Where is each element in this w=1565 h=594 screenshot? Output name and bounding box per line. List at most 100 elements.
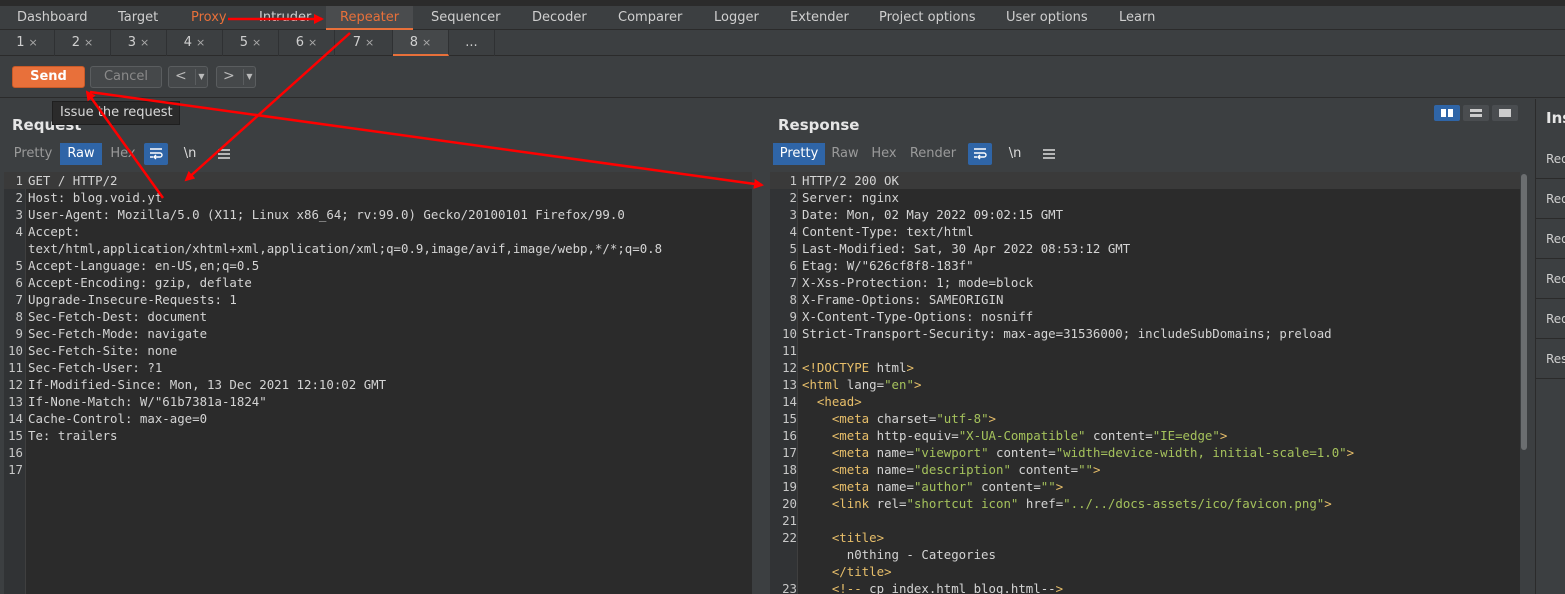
code-line: 5 Accept-Language: en-US,en;q=0.5 [4,257,752,274]
chevron-down-icon[interactable]: ▼ [195,69,207,85]
line-number: 4 [789,224,797,239]
repeater-tab[interactable]: 1 × [0,30,55,56]
line-number: 3 [789,207,797,222]
chevron-down-icon[interactable]: ▼ [243,69,255,85]
repeater-tab[interactable]: 3 × [111,30,167,56]
code-line: 2 Server: nginx [770,189,1520,206]
code-text: Accept: [28,224,81,239]
repeater-tab[interactable]: 4 × [167,30,223,56]
code-line: 4 Content-Type: text/html [770,223,1520,240]
code-line: 2 Host: blog.void.yt [4,189,752,206]
code-line: 3 Date: Mon, 02 May 2022 09:02:15 GMT [770,206,1520,223]
inspector-item[interactable]: Req [1536,219,1565,259]
tab-dashboard[interactable]: Dashboard [17,6,88,30]
request-tab-raw[interactable]: Raw [60,143,102,165]
layout-horizontal-icon[interactable] [1463,105,1489,121]
inspector-item[interactable]: Res [1536,339,1565,379]
code-line: </title> [770,563,1520,580]
inspector-title: Ins [1546,109,1565,127]
code-line: 10 Sec-Fetch-Site: none [4,342,752,359]
code-line: 6 Accept-Encoding: gzip, deflate [4,274,752,291]
code-line: 8 Sec-Fetch-Dest: document [4,308,752,325]
inspector-item[interactable]: Req [1536,299,1565,339]
code-text: Sec-Fetch-User: ?1 [28,360,163,375]
wrap-lines-icon[interactable] [968,143,992,165]
tab-intruder[interactable]: Intruder [259,6,311,30]
new-tab-button[interactable]: ... [449,30,495,56]
inspector-panel: Ins Req Req Req Req Req Res [1535,99,1565,594]
code-text: X-Content-Type-Options: nosniff [802,309,1034,324]
code-text: User-Agent: Mozilla/5.0 (X11; Linux x86_… [28,207,625,222]
code-text: Content-Type: text/html [802,224,974,239]
repeater-tab[interactable]: 7 × [335,30,393,56]
cancel-button[interactable]: Cancel [90,66,162,88]
response-tab-raw[interactable]: Raw [827,143,863,165]
tab-logger[interactable]: Logger [714,6,759,30]
show-newlines-icon[interactable]: \n [1003,143,1027,165]
line-number: 18 [782,462,797,477]
close-icon[interactable]: × [29,36,38,49]
line-number: 13 [782,377,797,392]
menu-icon[interactable] [1037,143,1061,165]
inspector-item[interactable]: Req [1536,179,1565,219]
line-number: 3 [15,207,23,222]
line-number: 7 [789,275,797,290]
request-tab-hex[interactable]: Hex [104,143,142,165]
tab-learn[interactable]: Learn [1119,6,1155,30]
line-number: 17 [782,445,797,460]
close-icon[interactable]: × [308,36,317,49]
request-editor[interactable]: 1 GET / HTTP/2 2 Host: blog.void.yt 3 User-Ag… [4,172,752,594]
tab-extender[interactable]: Extender [790,6,849,30]
request-tab-pretty[interactable]: Pretty [8,143,58,165]
code-line: 14 Cache-Control: max-age=0 [4,410,752,427]
line-number: 10 [782,326,797,341]
code-text: Host: blog.void.yt [28,190,163,205]
panel-divider[interactable] [753,99,769,594]
layout-single-icon[interactable] [1492,105,1518,121]
repeater-tab-label: 6 [295,35,305,50]
send-button[interactable]: Send [12,66,85,88]
close-icon[interactable]: × [196,36,205,49]
tab-proxy[interactable]: Proxy [191,6,227,30]
line-number: 4 [15,224,23,239]
menu-icon[interactable] [212,143,236,165]
tab-sequencer[interactable]: Sequencer [431,6,500,30]
response-scrollbar[interactable] [1520,172,1528,594]
forward-button[interactable]: > ▼ [216,66,256,88]
inspector-item[interactable]: Req [1536,259,1565,299]
tab-decoder[interactable]: Decoder [532,6,587,30]
close-icon[interactable]: × [422,36,431,49]
response-tab-pretty[interactable]: Pretty [773,143,825,165]
repeater-tab-active[interactable]: 8 × [393,30,449,56]
repeater-tab[interactable]: 6 × [279,30,335,56]
response-tab-hex[interactable]: Hex [865,143,903,165]
show-newlines-icon[interactable]: \n [178,143,202,165]
line-number: 1 [789,173,797,188]
close-icon[interactable]: × [365,36,374,49]
response-editor[interactable]: 1 HTTP/2 200 OK 2 Server: nginx 3 Date: Mon, … [770,172,1520,594]
tab-target[interactable]: Target [118,6,158,30]
tab-repeater[interactable]: Repeater [326,6,414,30]
code-text: <!-- cp index.html blog.html--> [831,581,1064,594]
close-icon[interactable]: × [140,36,149,49]
line-number: 14 [782,394,797,409]
line-number: 12 [8,377,23,392]
inspector-item[interactable]: Req [1536,139,1565,179]
line-number: 8 [15,309,23,324]
close-icon[interactable]: × [84,36,93,49]
code-text: <!DOCTYPE html> [802,360,914,375]
code-line: 9 Sec-Fetch-Mode: navigate [4,325,752,342]
layout-split-icon[interactable] [1434,105,1460,121]
close-icon[interactable]: × [252,36,261,49]
tab-user-options[interactable]: User options [1006,6,1088,30]
code-line: 17 [4,461,752,478]
wrap-lines-icon[interactable] [144,143,168,165]
tab-project-options[interactable]: Project options [879,6,976,30]
response-tab-render[interactable]: Render [905,143,961,165]
repeater-tab-label: 8 [409,35,419,50]
repeater-tab[interactable]: 2 × [55,30,111,56]
back-button[interactable]: < ▼ [168,66,208,88]
scrollbar-thumb[interactable] [1521,174,1527,450]
repeater-tab[interactable]: 5 × [223,30,279,56]
tab-comparer[interactable]: Comparer [618,6,682,30]
